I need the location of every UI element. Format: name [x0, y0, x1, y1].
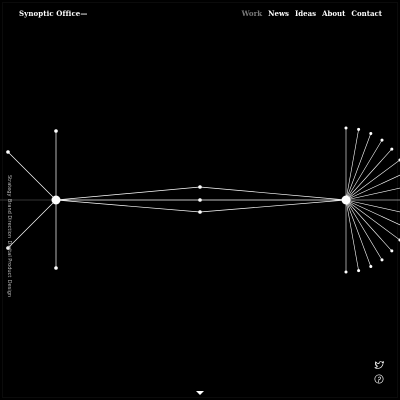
fan-node: [344, 126, 348, 130]
scroll-down-icon[interactable]: [196, 391, 204, 395]
node: [198, 198, 202, 202]
fan-node: [357, 269, 361, 273]
node: [198, 210, 202, 214]
fan-line: [345, 187, 400, 201]
left-diagonal-top: [7, 151, 57, 201]
node: [54, 266, 58, 270]
pinterest-icon[interactable]: [374, 374, 384, 384]
page: Synoptic Office— Work News Ideas About C…: [0, 0, 400, 400]
fan-node: [369, 132, 373, 135]
fan-node: [380, 258, 384, 262]
fan-node: [380, 138, 384, 142]
social-links: [374, 360, 384, 384]
node: [6, 150, 10, 154]
twitter-icon[interactable]: [374, 360, 384, 370]
lens-bottom-right: [199, 199, 347, 213]
fan-line: [345, 199, 393, 252]
node: [198, 185, 202, 189]
node: [54, 129, 58, 133]
synoptic-diagram: [0, 126, 400, 274]
fan-line: [345, 199, 400, 213]
fan-node: [357, 127, 361, 131]
side-caption: Strategy Brand Direction Digital Product…: [6, 175, 12, 298]
fan-node: [390, 249, 394, 253]
lens-top-right: [199, 186, 347, 201]
lens-bottom-left: [55, 199, 201, 213]
lens-top-left: [55, 186, 201, 201]
fan-node: [390, 147, 394, 151]
node-hub-left: [51, 195, 61, 205]
fan-node: [369, 265, 373, 268]
diagram-nodes: [6, 129, 351, 270]
fan-line: [345, 148, 393, 201]
left-diagonal-bottom: [7, 199, 57, 249]
fan-node: [344, 270, 348, 274]
node-hub-right: [341, 195, 351, 205]
